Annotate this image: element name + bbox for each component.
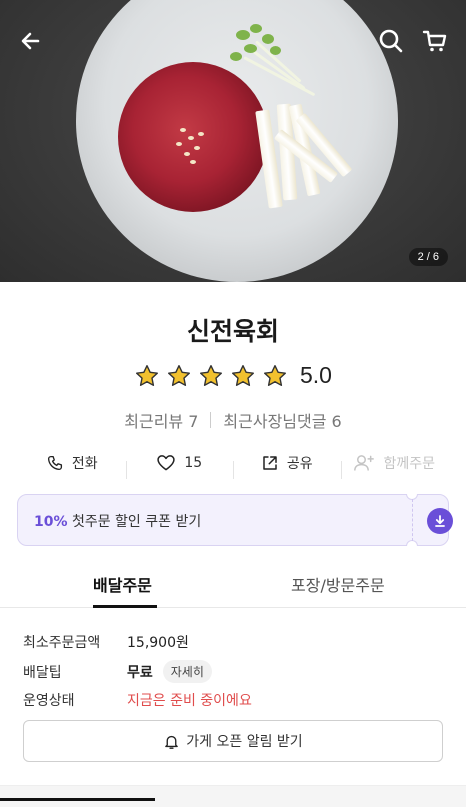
status-label: 운영상태 xyxy=(23,693,75,709)
sprout-leaf xyxy=(250,24,262,33)
phone-icon xyxy=(47,455,62,471)
min-order-label: 최소주문금액 xyxy=(23,635,101,651)
tab-pickup[interactable]: 포장/방문주문 xyxy=(291,572,385,596)
call-label: 전화 xyxy=(71,456,98,472)
delivery-tip-value: 무료 xyxy=(127,664,153,681)
sprout-leaf xyxy=(230,52,242,61)
open-alarm-label: 가게 오픈 알림 받기 xyxy=(186,734,303,750)
group-order-button[interactable]: 함께주문 xyxy=(340,453,449,479)
recent-reviews-link[interactable]: 최근리뷰 7 xyxy=(124,408,198,432)
sesame xyxy=(188,136,194,140)
search-icon[interactable] xyxy=(378,28,404,54)
sesame xyxy=(184,152,190,156)
sesame xyxy=(198,132,204,136)
star-icon xyxy=(168,364,190,386)
heart-icon xyxy=(157,455,175,471)
order-tabs: 배달주문 포장/방문주문 xyxy=(0,566,466,608)
rating: 5.0 xyxy=(0,362,466,389)
star-icon xyxy=(264,364,286,386)
details-button[interactable]: 자세히 xyxy=(162,660,212,683)
star-icon xyxy=(136,364,158,386)
share-icon xyxy=(263,456,277,470)
coupon-label: 첫주문 할인 쿠폰 받기 xyxy=(67,514,202,530)
min-order-row: 최소주문금액 15,900원 xyxy=(23,632,189,652)
status-row: 운영상태 지금은 준비 중이에요 xyxy=(23,690,252,710)
add-person-icon xyxy=(354,455,375,471)
star-icon xyxy=(200,364,222,386)
like-button[interactable]: 15 xyxy=(125,453,234,479)
sprout-leaf xyxy=(244,44,257,53)
call-button[interactable]: 전화 xyxy=(18,453,126,473)
sprout-leaf xyxy=(236,30,250,40)
hero-image[interactable]: 2 / 6 xyxy=(0,0,466,282)
sesame xyxy=(180,128,186,132)
store-name: 신전육회 xyxy=(186,317,279,346)
min-order-value: 15,900원 xyxy=(127,635,189,651)
cart-icon[interactable] xyxy=(422,28,448,54)
sesame xyxy=(190,160,196,164)
tab-delivery[interactable]: 배달주문 xyxy=(93,572,152,596)
status-value: 지금은 준비 중이에요 xyxy=(127,693,252,709)
sesame xyxy=(194,146,200,150)
share-label: 공유 xyxy=(286,456,313,472)
sesame xyxy=(176,142,182,146)
like-count: 15 xyxy=(184,455,203,471)
bottom-tab-indicator xyxy=(0,798,155,801)
divider xyxy=(210,412,212,428)
bell-icon xyxy=(165,735,179,749)
review-summary: 최근리뷰 7 최근사장님댓글 6 xyxy=(0,408,466,432)
tab-indicator xyxy=(93,605,157,608)
share-button[interactable]: 공유 xyxy=(233,453,341,479)
sprout-leaf xyxy=(262,34,274,44)
section-separator xyxy=(0,785,466,807)
coupon-divider xyxy=(412,499,413,541)
open-alarm-button[interactable]: 가게 오픈 알림 받기 xyxy=(23,720,443,762)
sprout-leaf xyxy=(270,46,281,55)
group-order-label: 함께주문 xyxy=(383,456,436,472)
coupon-banner[interactable]: 10% 첫주문 할인 쿠폰 받기 xyxy=(17,494,453,546)
image-counter: 2 / 6 xyxy=(408,248,448,266)
coupon-text: 10% 첫주문 할인 쿠폰 받기 xyxy=(34,511,201,531)
delivery-tip-row: 배달팁 무료 자세히 xyxy=(23,660,212,683)
download-icon[interactable] xyxy=(427,508,453,534)
rating-score: 5.0 xyxy=(300,362,332,388)
coupon-highlight: 10% xyxy=(34,514,68,530)
star-icon xyxy=(232,364,254,386)
back-arrow-icon[interactable] xyxy=(18,28,44,54)
delivery-tip-label: 배달팁 xyxy=(23,664,62,681)
action-row: 전화 15 공유 함께주문 xyxy=(18,446,448,480)
owner-replies-link[interactable]: 최근사장님댓글 6 xyxy=(223,408,341,432)
